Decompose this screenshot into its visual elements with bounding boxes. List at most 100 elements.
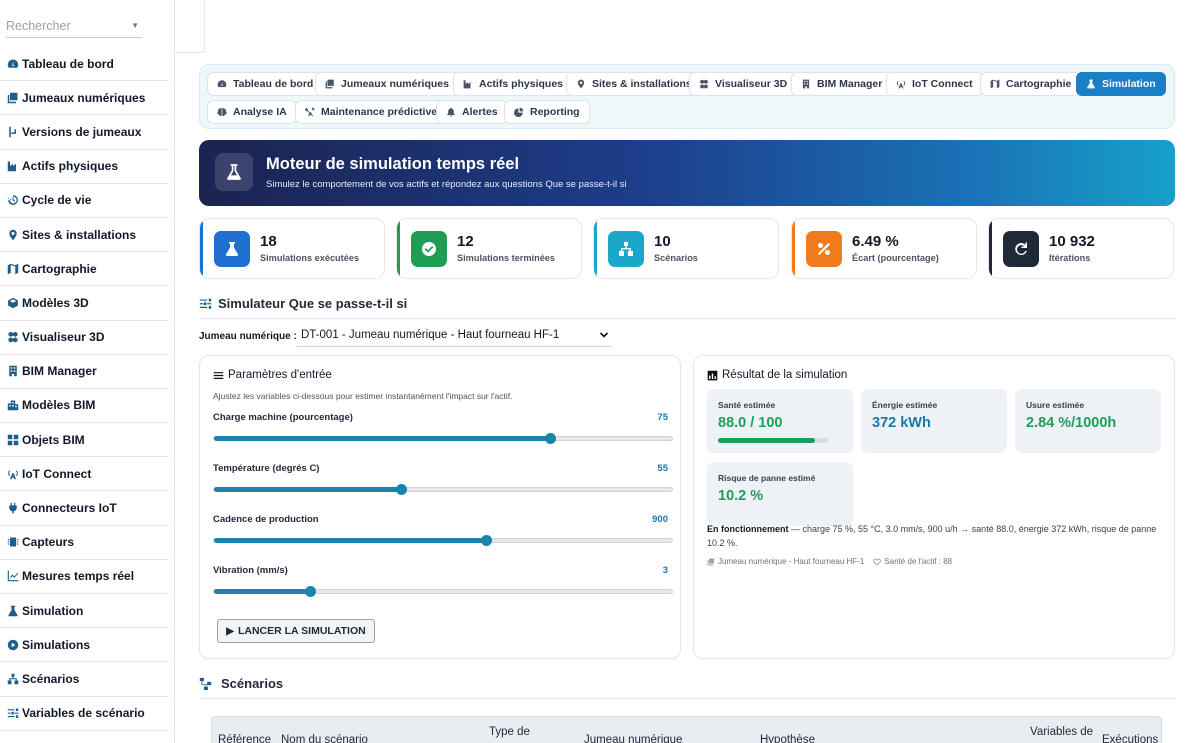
col-hypothesis[interactable]: Hypothèse xyxy=(760,733,815,743)
param-value: 55 xyxy=(657,463,668,474)
redo-icon xyxy=(1003,231,1039,267)
search-placeholder: Rechercher xyxy=(6,19,71,33)
simulator-title: Simulateur Que se passe-t-il si xyxy=(199,296,407,311)
sidebar-item[interactable]: Connecteurs IoT xyxy=(0,491,169,526)
search-select[interactable]: Rechercher ▼ xyxy=(6,14,142,38)
stat-accent xyxy=(200,219,203,278)
gauge-icon xyxy=(217,79,227,89)
sidebar-item[interactable]: Cycle de vie xyxy=(0,184,169,218)
sidebar-item-label: Simulations xyxy=(22,637,91,652)
slider-thumb[interactable] xyxy=(545,432,557,444)
brain-icon xyxy=(217,107,227,117)
sidebar-item[interactable]: Modèles 3D xyxy=(0,286,169,321)
health-progress xyxy=(718,438,828,443)
param-slider[interactable] xyxy=(213,585,673,597)
building-icon xyxy=(801,79,811,89)
module-tab[interactable]: Jumeaux numériques xyxy=(315,72,459,96)
sidebar-item-label: Capteurs xyxy=(22,535,75,550)
param-slider[interactable] xyxy=(213,432,673,444)
params-header: Paramètres d'entrée xyxy=(213,369,332,381)
simulator-title-text: Simulateur Que se passe-t-il si xyxy=(218,296,408,311)
scenarios-title: Scénarios xyxy=(199,676,283,691)
energy-card: Énergie estimée 372 kWh xyxy=(861,389,1007,453)
module-tab[interactable]: Alertes xyxy=(436,100,508,124)
col-name[interactable]: Nom du scénario xyxy=(281,733,368,743)
energy-label: Énergie estimée xyxy=(872,400,938,410)
param-label: Charge machine (pourcentage) xyxy=(213,412,353,423)
health-progress-fill xyxy=(718,438,815,443)
health-label: Santé estimée xyxy=(718,400,776,410)
twin-label: Jumeau numérique : xyxy=(199,331,297,342)
sidebar-item[interactable]: Cartographie xyxy=(0,252,169,287)
sidebar-item-label: Simulation xyxy=(22,603,84,618)
stat-accent xyxy=(397,219,400,278)
sidebar-item[interactable]: Capteurs xyxy=(0,526,169,560)
stat-label: Écart (pourcentage) xyxy=(852,253,939,263)
module-tab[interactable]: Analyse IA xyxy=(207,100,297,124)
param-label: Température (degrés C) xyxy=(213,463,320,474)
col-executions[interactable]: Exécutions xyxy=(1102,733,1158,743)
twin-select[interactable]: DT-001 - Jumeau numérique - Haut fournea… xyxy=(297,326,612,347)
module-tab-label: Alertes xyxy=(462,106,498,118)
sidebar-item-label: Cycle de vie xyxy=(22,193,92,208)
module-tab[interactable]: Tableau de bord xyxy=(207,72,324,96)
sidebar-item[interactable]: Modèles BIM xyxy=(0,389,169,424)
col-twin[interactable]: Jumeau numérique xyxy=(584,733,682,743)
twin-select-value: DT-001 - Jumeau numérique - Haut fournea… xyxy=(301,329,560,341)
city-icon xyxy=(6,399,19,412)
sidebar-item[interactable]: Tableau de bord xyxy=(0,47,169,82)
module-tab[interactable]: Sites & installations xyxy=(566,72,702,96)
module-tab[interactable]: Actifs physiques xyxy=(453,72,574,96)
sidebar-item[interactable]: Mesures temps réel xyxy=(0,560,169,594)
tower-icon xyxy=(896,79,906,89)
sidebar-item[interactable]: Jumeaux numériques xyxy=(0,81,169,116)
footer-health: Santé de l'actif : 88 xyxy=(884,557,953,566)
sidebar-item[interactable]: Variables de scénario xyxy=(0,697,169,731)
slider-thumb[interactable] xyxy=(481,534,492,546)
sidebar-item-label: Jumeaux numériques xyxy=(22,90,146,105)
sidebar-item[interactable]: Scénarios xyxy=(0,662,169,697)
module-tab[interactable]: Maintenance prédictive xyxy=(295,100,448,124)
sidebar-item[interactable]: Sites & installations xyxy=(0,218,169,253)
sidebar-item[interactable]: Simulations xyxy=(0,628,169,663)
grid-icon xyxy=(6,433,19,446)
flask-icon xyxy=(1086,79,1096,89)
slider-thumb[interactable] xyxy=(304,585,316,597)
module-tab[interactable]: Reporting xyxy=(504,100,590,124)
module-tab[interactable]: Visualiseur 3D xyxy=(689,72,798,96)
flask-icon xyxy=(6,604,19,617)
plug-icon xyxy=(6,502,19,515)
param-slider[interactable] xyxy=(213,483,673,495)
stat-accent xyxy=(989,219,992,278)
module-tab[interactable]: Simulation xyxy=(1076,72,1166,96)
result-footer: Jumeau numérique - Haut fourneau HF-1 Sa… xyxy=(707,557,952,566)
sidebar-item-label: Connecteurs IoT xyxy=(22,501,117,516)
run-simulation-button[interactable]: ▶ LANCER LA SIMULATION xyxy=(217,619,375,643)
map-pin-icon xyxy=(6,228,19,241)
col-type[interactable]: Type de xyxy=(489,725,530,739)
sidebar-item[interactable]: BIM Manager xyxy=(0,355,169,389)
slider-fill xyxy=(214,589,311,594)
play-circle-icon xyxy=(6,638,19,651)
module-tab[interactable]: Cartographie xyxy=(980,72,1082,96)
tower-icon xyxy=(6,467,19,480)
stat-value: 12 xyxy=(457,233,474,250)
sidebar-item[interactable]: Actifs physiques xyxy=(0,150,169,184)
sidebar-item[interactable]: Versions de jumeaux xyxy=(0,115,169,150)
sidebar-item[interactable]: Visualiseur 3D xyxy=(0,321,169,355)
sidebar-item[interactable]: Objets BIM xyxy=(0,423,169,458)
col-variables[interactable]: Variables de xyxy=(1030,725,1093,739)
copy-icon xyxy=(6,91,19,104)
module-tab[interactable]: BIM Manager xyxy=(791,72,893,96)
param-slider[interactable] xyxy=(213,534,673,546)
industry-icon xyxy=(463,79,473,89)
divider xyxy=(199,318,1175,319)
slider-thumb[interactable] xyxy=(396,483,408,495)
module-tab[interactable]: IoT Connect xyxy=(886,72,983,96)
sidebar-item[interactable]: IoT Connect xyxy=(0,457,169,492)
sidebar-item[interactable]: Simulation xyxy=(0,594,169,629)
sidebar-item-label: Variables de scénario xyxy=(22,706,145,721)
stat-label: Simulations terminées xyxy=(457,253,556,263)
sidebar-item-label: Versions de jumeaux xyxy=(22,124,142,139)
col-reference[interactable]: Référence xyxy=(218,733,271,743)
